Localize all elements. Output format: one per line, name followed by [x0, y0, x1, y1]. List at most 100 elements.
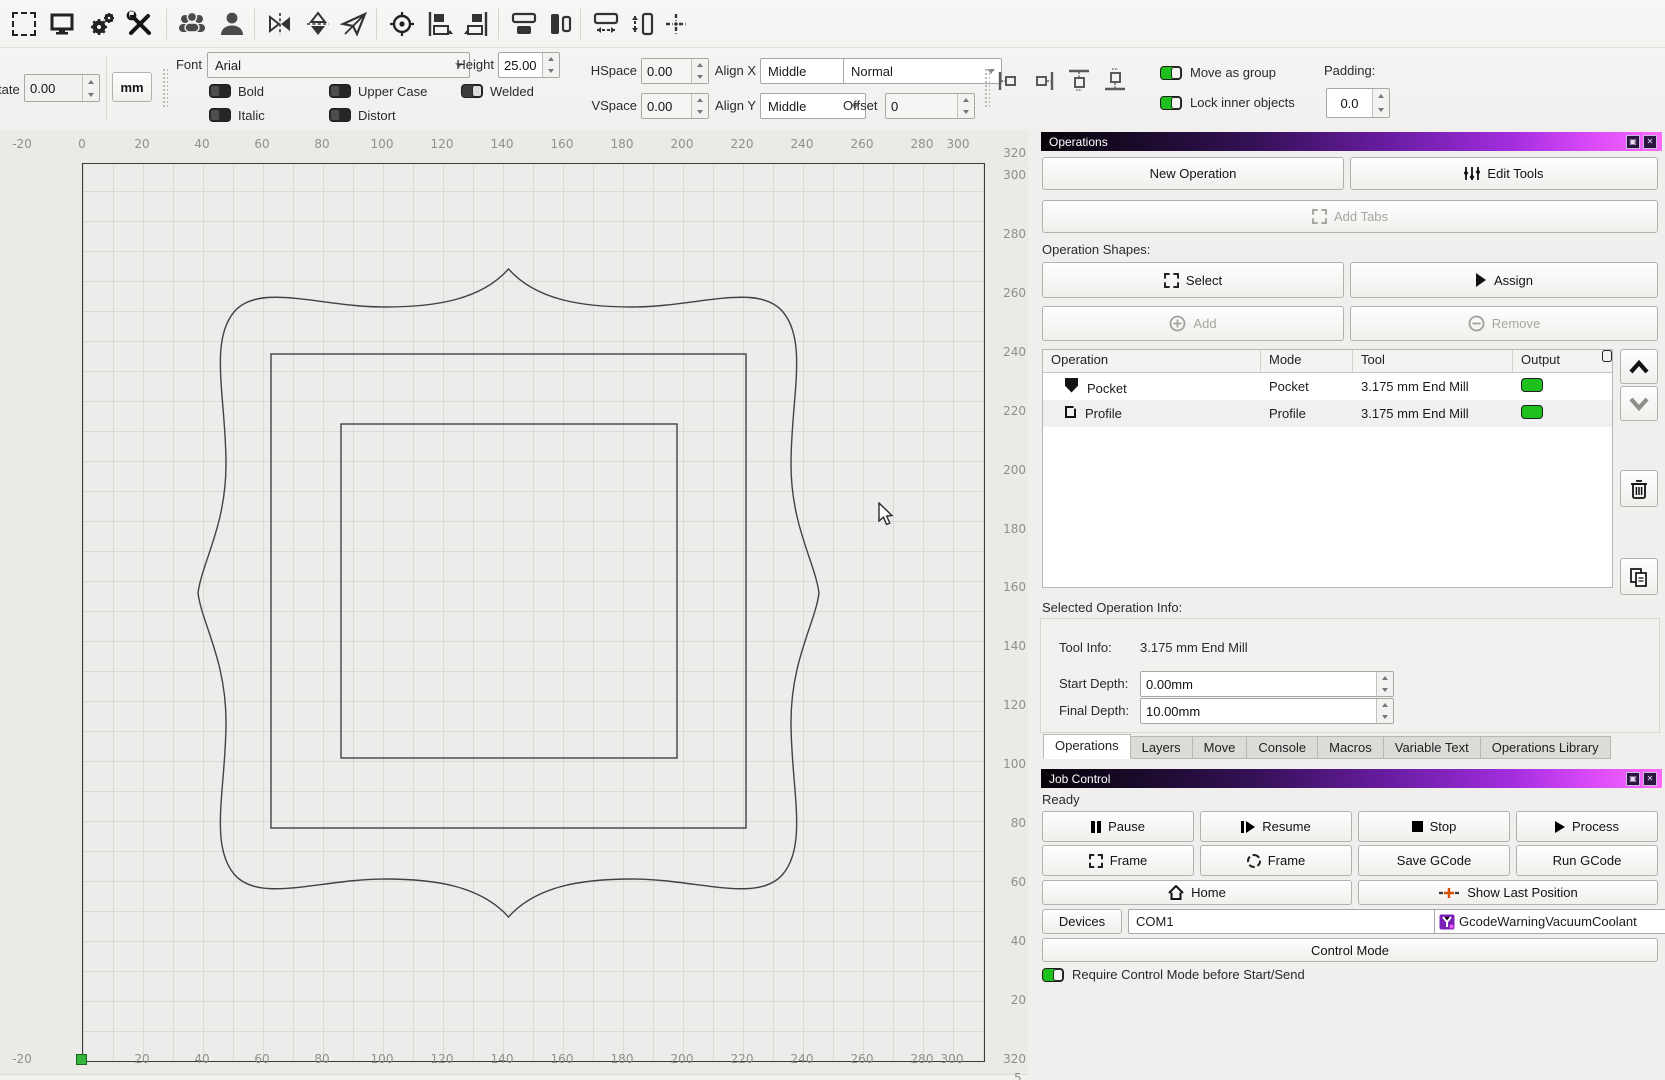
marquee-select-icon[interactable] — [6, 5, 42, 43]
operations-panel-titlebar[interactable]: Operations ▣ ✕ — [1041, 132, 1662, 151]
hspace-spinbox[interactable] — [641, 58, 709, 84]
horizontal-scrollbar[interactable] — [0, 1074, 1028, 1080]
add-shape-button[interactable]: Add — [1042, 306, 1344, 341]
tab-console[interactable]: Console — [1247, 736, 1318, 759]
rotate-input[interactable] — [25, 75, 82, 101]
final-depth-spinbox[interactable] — [1140, 698, 1394, 724]
users-group-icon[interactable] — [174, 5, 210, 43]
height-spinbox[interactable] — [498, 52, 560, 78]
tab-layers[interactable]: Layers — [1131, 736, 1193, 759]
remove-shape-button[interactable]: Remove — [1350, 306, 1658, 341]
select-shapes-button[interactable]: Select — [1042, 262, 1344, 298]
send-plane-icon[interactable] — [336, 5, 372, 43]
vspace-input[interactable] — [642, 94, 691, 118]
run-gcode-button[interactable]: Run GCode — [1516, 845, 1658, 876]
resume-button[interactable]: Resume — [1200, 811, 1352, 842]
move-as-group-toggle[interactable] — [1160, 66, 1182, 80]
column-header-tool[interactable]: Tool — [1353, 350, 1513, 372]
operation-row[interactable]: ProfileProfile3.175 mm End Mill — [1043, 400, 1612, 427]
text-style-select[interactable]: Normal — [843, 58, 1002, 84]
flip-vertical-icon[interactable] — [300, 5, 336, 43]
stop-button[interactable]: Stop — [1358, 811, 1510, 842]
output-toggle[interactable] — [1521, 378, 1543, 392]
spacing-horizontal-icon[interactable] — [588, 5, 624, 43]
align-anchor-left-icon[interactable] — [994, 66, 1024, 96]
italic-toggle[interactable] — [209, 108, 231, 122]
plugin-select[interactable]: GcodeWarningVacuumCoolant — [1434, 909, 1665, 934]
bottom-ruler-label: 60 — [247, 1052, 277, 1066]
devices-button[interactable]: Devices — [1042, 909, 1122, 934]
move-operation-up-button[interactable] — [1620, 349, 1658, 384]
tab-move[interactable]: Move — [1193, 736, 1248, 759]
output-toggle[interactable] — [1521, 405, 1543, 419]
edit-tools-button[interactable]: Edit Tools — [1350, 157, 1658, 190]
final-depth-input[interactable] — [1141, 699, 1376, 723]
spacing-vertical-icon[interactable] — [624, 5, 660, 43]
process-button[interactable]: Process — [1516, 811, 1658, 842]
padding-input[interactable] — [1327, 89, 1372, 117]
tab-variable-text[interactable]: Variable Text — [1384, 736, 1481, 759]
align-objects-left-icon[interactable] — [422, 5, 458, 43]
job-status-text: Ready — [1042, 792, 1080, 807]
flip-horizontal-icon[interactable] — [262, 5, 298, 43]
offset-input[interactable] — [886, 94, 957, 118]
canvas-area[interactable]: -200204060801001201401601802002202402602… — [0, 130, 1028, 1080]
tab-operations-library[interactable]: Operations Library — [1481, 736, 1611, 759]
tab-operations[interactable]: Operations — [1043, 734, 1131, 759]
rotate-spinbox[interactable] — [24, 74, 100, 102]
height-input[interactable] — [499, 53, 542, 77]
operation-row[interactable]: PocketPocket3.175 mm End Mill — [1043, 373, 1612, 400]
tools-icon[interactable] — [122, 5, 158, 43]
bold-toggle[interactable] — [209, 84, 231, 98]
add-tabs-button[interactable]: Add Tabs — [1042, 200, 1658, 233]
panel-restore-icon[interactable]: ▣ — [1626, 772, 1640, 786]
upper-case-toggle[interactable] — [329, 84, 351, 98]
unit-mm-button[interactable]: mm — [112, 72, 152, 102]
origin-marker[interactable] — [76, 1054, 87, 1065]
panel-close-icon[interactable]: ✕ — [1643, 772, 1657, 786]
require-control-mode-toggle[interactable] — [1042, 968, 1064, 982]
user-icon[interactable] — [214, 5, 250, 43]
vspace-spinbox[interactable] — [641, 93, 709, 119]
delete-operation-button[interactable] — [1620, 470, 1658, 507]
duplicate-operation-button[interactable] — [1620, 558, 1658, 595]
distort-toggle[interactable] — [329, 108, 351, 122]
align-anchor-right-icon[interactable] — [1028, 66, 1058, 96]
align-objects-right-icon[interactable] — [458, 5, 494, 43]
align-anchor-top-icon[interactable] — [1064, 64, 1094, 96]
hspace-input[interactable] — [642, 59, 691, 83]
lock-inner-objects-toggle[interactable] — [1160, 96, 1182, 110]
move-operation-down-button[interactable] — [1620, 386, 1658, 421]
panel-restore-icon[interactable]: ▣ — [1626, 135, 1640, 149]
new-operation-button[interactable]: New Operation — [1042, 157, 1344, 190]
work-area[interactable] — [82, 163, 985, 1062]
center-position-icon[interactable] — [658, 5, 694, 43]
job-control-titlebar[interactable]: Job Control ▣ ✕ — [1041, 769, 1662, 788]
frame-square-button[interactable]: Frame — [1042, 845, 1194, 876]
panel-close-icon[interactable]: ✕ — [1643, 135, 1657, 149]
welded-toggle[interactable] — [461, 84, 483, 98]
padding-spinbox[interactable] — [1326, 88, 1390, 118]
distribute-vertical-icon[interactable] — [542, 5, 578, 43]
origin-target-icon[interactable] — [384, 5, 420, 43]
pause-button[interactable]: Pause — [1042, 811, 1194, 842]
show-last-position-button[interactable]: Show Last Position — [1358, 880, 1658, 905]
offset-spinbox[interactable] — [885, 93, 975, 119]
frame-circle-button[interactable]: Frame — [1200, 845, 1352, 876]
font-select[interactable]: Arial — [207, 52, 470, 78]
monitor-icon[interactable] — [44, 5, 80, 43]
control-mode-button[interactable]: Control Mode — [1042, 938, 1658, 962]
home-button[interactable]: Home — [1042, 880, 1352, 905]
com-port-select[interactable]: COM1 — [1128, 909, 1457, 934]
save-gcode-button[interactable]: Save GCode — [1358, 845, 1510, 876]
start-depth-input[interactable] — [1141, 672, 1376, 696]
settings-gears-icon[interactable] — [84, 5, 120, 43]
align-anchor-bottom-icon[interactable] — [1100, 64, 1130, 96]
column-header-mode[interactable]: Mode — [1261, 350, 1353, 372]
tab-macros[interactable]: Macros — [1318, 736, 1384, 759]
start-depth-spinbox[interactable] — [1140, 671, 1394, 697]
distribute-horizontal-icon[interactable] — [506, 5, 542, 43]
assign-shapes-button[interactable]: Assign — [1350, 262, 1658, 298]
column-header-output[interactable]: Output — [1513, 350, 1612, 372]
column-header-operation[interactable]: Operation — [1043, 350, 1261, 372]
